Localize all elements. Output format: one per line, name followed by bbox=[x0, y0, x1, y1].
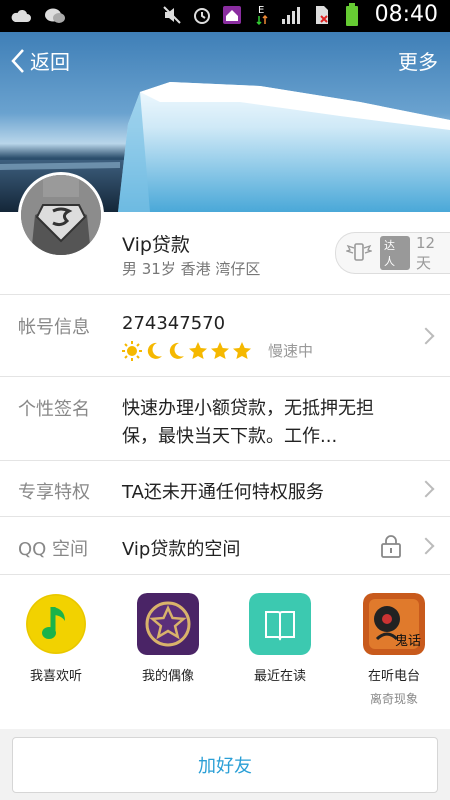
mute-icon bbox=[161, 5, 183, 25]
profile-meta: 男 31岁 香港 湾仔区 bbox=[122, 260, 261, 278]
more-button[interactable]: 更多 bbox=[398, 46, 438, 75]
alarm-icon bbox=[191, 5, 213, 25]
privilege-label: 专享特权 bbox=[18, 482, 90, 503]
sun-icon bbox=[122, 340, 142, 361]
music-note-icon bbox=[25, 593, 87, 655]
signature-label: 个性签名 bbox=[18, 399, 90, 420]
app-label: 我的偶像 bbox=[141, 669, 194, 684]
back-label: 返回 bbox=[30, 50, 70, 74]
no-sim-icon bbox=[311, 5, 333, 25]
star-icon bbox=[233, 341, 251, 359]
qzone-label: QQ 空间 bbox=[18, 539, 89, 560]
data-e-icon: E bbox=[251, 5, 273, 25]
app-favorite-music[interactable]: 我喜欢听 bbox=[6, 593, 106, 684]
chevron-right-icon bbox=[417, 480, 435, 498]
signature-row[interactable]: 个性签名 快速办理小额贷款，无抵押无担 保，最快当天下款。工作... bbox=[0, 376, 450, 461]
app-recently-reading[interactable]: 最近在读 bbox=[230, 593, 330, 684]
star-icon bbox=[211, 341, 229, 359]
app-listening-radio[interactable]: 鬼话 在听电台 离奇现象 bbox=[344, 593, 444, 707]
talent-badge[interactable]: 达人 12天 bbox=[335, 232, 450, 274]
privilege-row[interactable]: 专享特权 TA还未开通任何特权服务 bbox=[0, 460, 450, 517]
add-friend-button[interactable]: 加好友 bbox=[12, 737, 438, 793]
app-sublabel: 离奇现象 bbox=[369, 692, 418, 706]
winged-phone-icon bbox=[346, 243, 372, 261]
badge-label: 达人 bbox=[379, 236, 410, 270]
privilege-value: TA还未开通任何特权服务 bbox=[122, 482, 324, 503]
avatar[interactable] bbox=[18, 172, 104, 258]
badge-days: 12天 bbox=[415, 233, 436, 272]
radio-cover-icon: 鬼话 bbox=[363, 593, 425, 655]
qzone-row[interactable]: QQ 空间 Vip贷款的空间 bbox=[0, 516, 450, 575]
app-label: 在听电台 bbox=[367, 669, 420, 684]
signal-icon bbox=[281, 5, 303, 25]
star-circle-icon bbox=[137, 593, 199, 655]
back-button[interactable]: 返回 bbox=[10, 46, 70, 75]
wechat-icon bbox=[44, 6, 66, 26]
status-bar: E 08:40 bbox=[0, 0, 450, 32]
star-icon bbox=[189, 341, 207, 359]
signature-text: 快速办理小额贷款，无抵押无担 保，最快当天下款。工作... bbox=[122, 395, 374, 451]
moon-icon bbox=[169, 342, 184, 359]
app-label: 我喜欢听 bbox=[29, 669, 82, 684]
profile-name: Vip贷款 bbox=[122, 234, 190, 256]
account-info-row[interactable]: 帐号信息 274347570 慢速中 bbox=[0, 294, 450, 377]
svg-text:E: E bbox=[258, 5, 264, 16]
app-shortcuts: 我喜欢听 我的偶像 最近在读 鬼话 在听电台 离奇现象 bbox=[0, 574, 450, 730]
chevron-left-icon bbox=[11, 48, 24, 73]
battery-icon bbox=[341, 2, 363, 26]
qq-number: 274347570 bbox=[122, 313, 226, 334]
book-icon bbox=[249, 593, 311, 655]
level-icons: 慢速中 bbox=[122, 340, 313, 361]
clock: 08:40 bbox=[374, 2, 438, 27]
chevron-right-icon bbox=[417, 537, 435, 555]
app-my-idol[interactable]: 我的偶像 bbox=[118, 593, 218, 684]
bottom-action-bar: 加好友 bbox=[0, 729, 450, 800]
signature-line-2: 保，最快当天下款。工作... bbox=[122, 426, 338, 447]
profile-header: Vip贷款 男 31岁 香港 湾仔区 达人 12天 bbox=[0, 172, 450, 294]
radio-cover-text: 鬼话 bbox=[395, 633, 421, 649]
account-info-label: 帐号信息 bbox=[18, 317, 90, 338]
cloud-icon bbox=[10, 6, 32, 26]
signature-line-1: 快速办理小额贷款，无抵押无担 bbox=[122, 398, 374, 419]
lock-icon bbox=[381, 535, 401, 558]
speed-status: 慢速中 bbox=[268, 342, 314, 360]
qzone-value: Vip贷款的空间 bbox=[122, 539, 241, 560]
moon-icon bbox=[147, 342, 162, 359]
chevron-right-icon bbox=[417, 327, 435, 345]
app-label: 最近在读 bbox=[253, 669, 306, 684]
home-icon bbox=[221, 5, 243, 25]
superman-avatar-image bbox=[21, 175, 101, 255]
